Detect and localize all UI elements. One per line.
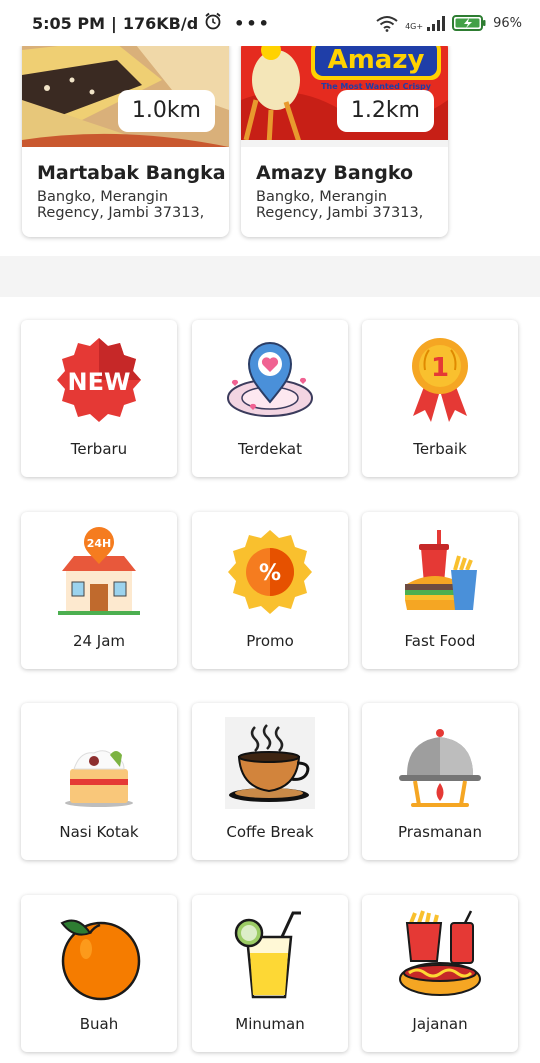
category-coffe-break[interactable]: Coffe Break [192,703,348,860]
rice-box-icon [54,717,144,809]
more-dots-icon: ••• [234,13,271,33]
category-promo[interactable]: % Promo [192,512,348,669]
status-net-speed: 176KB/d [122,13,199,33]
svg-text:%: % [259,561,281,586]
category-label: Jajanan [412,1015,468,1033]
wifi-icon [376,15,398,32]
category-label: Prasmanan [398,823,482,841]
category-grid: NEW Terbaru Terdekat 1 Terbaik 24H 24 Ja… [0,0,540,1063]
category-nasi-kotak[interactable]: Nasi Kotak [21,703,177,860]
promo-badge-icon: % [225,526,315,618]
fast-food-icon [395,526,485,618]
category-terbaik[interactable]: 1 Terbaik [362,320,518,477]
category-label: Buah [79,1015,119,1033]
category-minuman[interactable]: Minuman [192,895,348,1052]
category-fast-food[interactable]: Fast Food [362,512,518,669]
battery-icon [452,15,486,31]
new-badge-icon: NEW [54,334,144,426]
medal-icon: 1 [395,334,485,426]
category-label: Coffe Break [226,823,314,841]
alarm-icon [204,12,222,34]
network-type: 4G+ [405,21,424,31]
category-terdekat[interactable]: Terdekat [192,320,348,477]
store-24h-icon: 24H [54,526,144,618]
battery-level: 96% [493,15,522,31]
buffet-cloche-icon [395,717,485,809]
svg-text:NEW: NEW [68,368,131,396]
svg-text:24H: 24H [87,537,112,550]
status-time: 5:05 PM [32,13,106,33]
category-label: Terbaru [70,440,128,458]
orange-fruit-icon [54,909,144,1001]
location-pin-icon [225,334,315,426]
snack-icon [395,909,485,1001]
status-bar: 5:05 PM | 176KB/d ••• 4G+ 96% [0,0,540,46]
category-jajanan[interactable]: Jajanan [362,895,518,1052]
category-terbaru[interactable]: NEW Terbaru [21,320,177,477]
drink-icon [225,909,315,1001]
category-label: Fast Food [404,632,476,650]
category-label: Promo [246,632,294,650]
category-label: 24 Jam [72,632,126,650]
category-label: Terbaik [413,440,467,458]
category-prasmanan[interactable]: Prasmanan [362,703,518,860]
category-label: Terdekat [238,440,302,458]
svg-text:1: 1 [431,353,449,383]
category-buah[interactable]: Buah [21,895,177,1052]
category-24-jam[interactable]: 24H 24 Jam [21,512,177,669]
category-label: Nasi Kotak [59,823,139,841]
category-label: Minuman [235,1015,305,1033]
signal-icon: 4G+ [405,15,446,31]
coffee-cup-icon [225,717,315,809]
